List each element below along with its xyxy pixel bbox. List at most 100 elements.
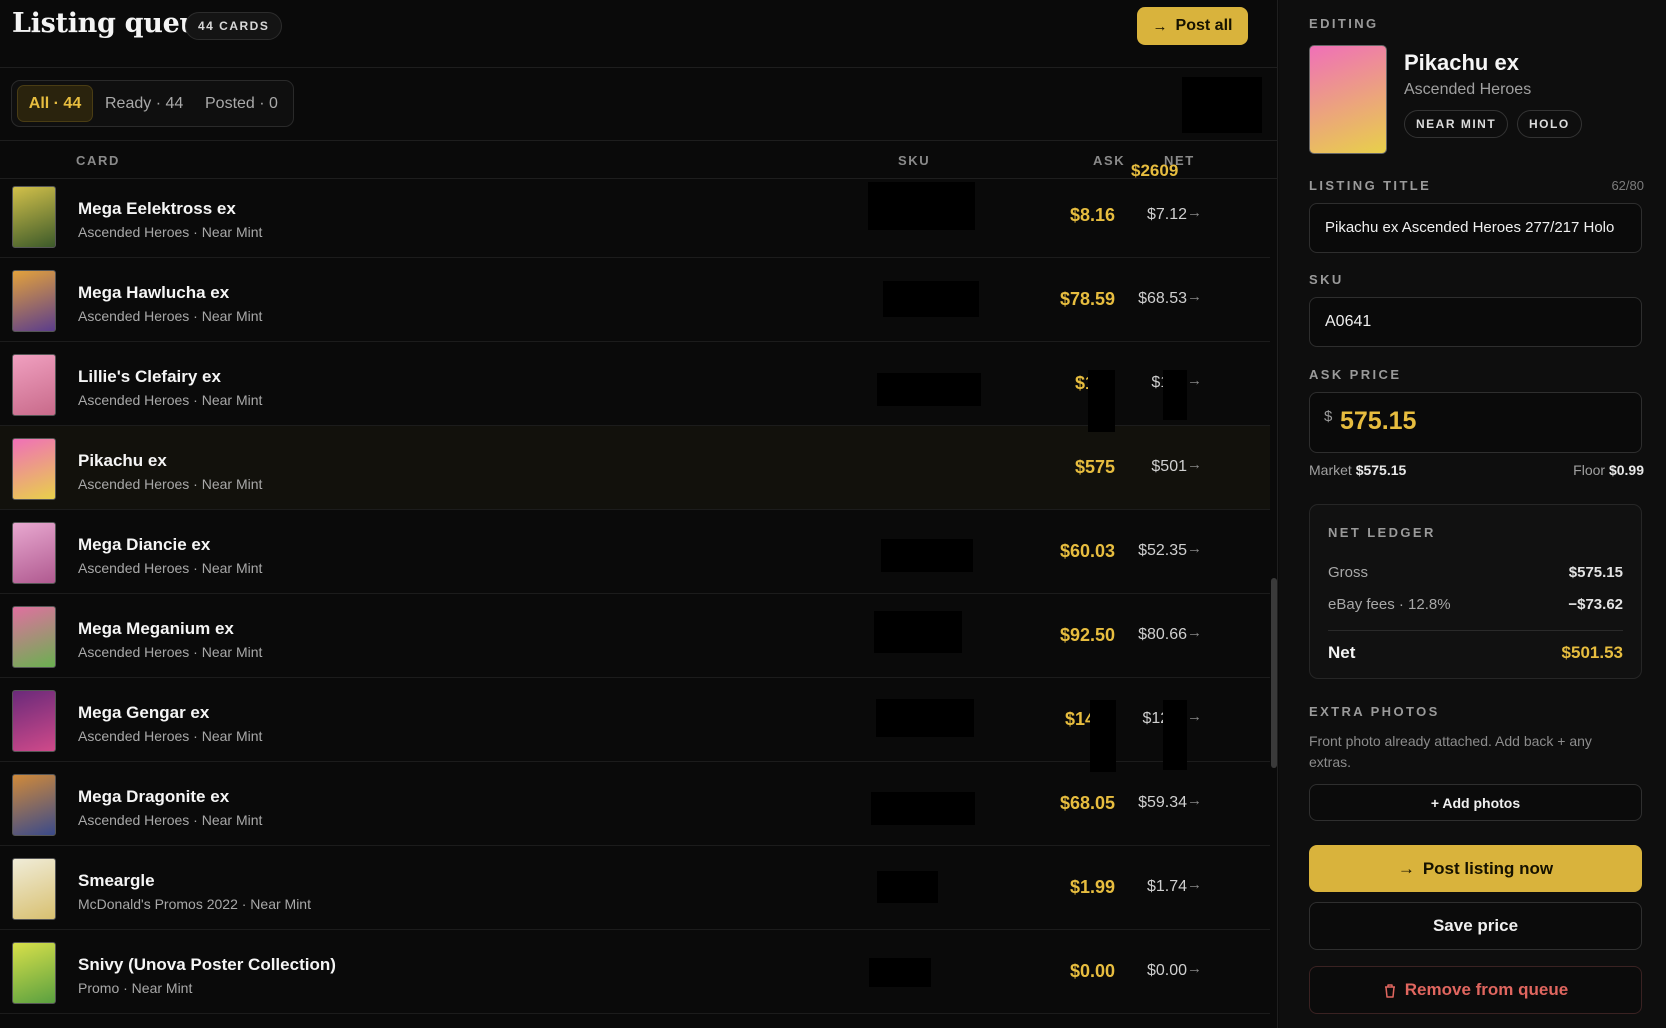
filter-bar: All · 44 Ready · 44 Posted · 0 $2609 <box>0 68 1278 180</box>
ask-price-input[interactable]: $ 575.15 <box>1309 392 1642 453</box>
net-price: $0.00 <box>1146 962 1187 979</box>
scrollbar-thumb[interactable] <box>1271 578 1277 768</box>
card-count-badge: 44 CARDS <box>185 12 283 40</box>
arrow-right-icon: → <box>1187 876 1202 893</box>
card-subtitle: Promo · Near Mint <box>78 980 193 996</box>
table-row[interactable]: Snivy (Unova Poster Collection) Promo · N… <box>0 930 1270 1014</box>
card-thumbnail <box>12 186 56 248</box>
table-row[interactable]: Mega Diancie ex Ascended Heroes · Near Mi… <box>0 510 1270 594</box>
net-price: $1.74 <box>1146 878 1187 895</box>
arrow-right-icon: → <box>1187 288 1202 305</box>
save-price-button[interactable]: Save price <box>1309 902 1642 950</box>
queue-scrollbar[interactable] <box>1270 180 1278 1028</box>
card-list: Mega Eelektross ex Ascended Heroes · Near… <box>0 180 1270 1028</box>
ask-price: $0.00 <box>1069 961 1115 981</box>
table-row[interactable]: Mega Gengar ex Ascended Heroes · Near Min… <box>0 678 1270 762</box>
ask-price: $1.99 <box>1069 877 1115 897</box>
table-row[interactable]: Pikachu ex Ascended Heroes · Near Mint $57… <box>0 426 1270 510</box>
arrow-right-icon: → <box>1397 858 1415 878</box>
ask-price: $575 <box>1074 457 1115 477</box>
table-row[interactable]: Mega Hawlucha ex Ascended Heroes · Near M… <box>0 258 1270 342</box>
post-all-button[interactable]: → Post all <box>1137 7 1248 45</box>
card-subtitle: Ascended Heroes · Near Mint <box>78 644 263 660</box>
table-row[interactable]: Mega Dragonite ex Ascended Heroes · Near … <box>0 762 1270 846</box>
post-listing-label: Post listing now <box>1422 858 1554 878</box>
card-name: Mega Diancie ex <box>78 535 211 554</box>
card-subtitle: Ascended Heroes · Near Mint <box>78 308 263 324</box>
queue-pane: Listing queue 44 CARDS → Post all All · … <box>0 0 1278 1028</box>
listing-title-input[interactable]: Pikachu ex Ascended Heroes 277/217 Holo <box>1309 203 1642 253</box>
arrow-right-icon: → <box>1187 708 1202 725</box>
card-name: Snivy (Unova Poster Collection) <box>78 955 336 974</box>
arrow-right-icon: → <box>1187 372 1202 389</box>
market-label: Market <box>1309 462 1352 478</box>
card-name: Pikachu ex <box>78 451 167 470</box>
sku-redacted <box>876 699 974 737</box>
sku-redacted <box>868 182 975 230</box>
holo-chip: HOLO <box>1517 110 1582 138</box>
net-ledger: NET LEDGER Gross $575.15 eBay fees · 12.… <box>1309 504 1642 679</box>
card-subtitle: McDonald's Promos 2022 · Near Mint <box>78 896 311 912</box>
market-price: Market $575.15 <box>1309 462 1406 478</box>
tab-ready[interactable]: Ready · 44 <box>105 85 183 122</box>
ask-price-label: ASK PRICE <box>1309 367 1402 382</box>
fees-value: −$73.62 <box>1568 596 1623 613</box>
card-name: Mega Hawlucha ex <box>78 283 230 302</box>
redacted-block <box>1088 370 1115 432</box>
extra-photos-hint: Front photo already attached. Add back +… <box>1309 733 1592 770</box>
net-price: $68.53 <box>1138 290 1187 307</box>
remove-from-queue-button[interactable]: Remove from queue <box>1309 966 1642 1014</box>
card-thumbnail <box>12 438 56 500</box>
card-name: Mega Meganium ex <box>78 619 234 638</box>
ledger-fees-row: eBay fees · 12.8% −$73.62 <box>1328 596 1623 613</box>
redacted-block <box>1090 700 1116 772</box>
ask-price-value: 575.15 <box>1340 407 1417 435</box>
net-price: $59.34 <box>1138 794 1187 811</box>
card-subtitle: Ascended Heroes · Near Mint <box>78 812 263 828</box>
tab-all[interactable]: All · 44 <box>17 85 93 122</box>
tab-posted[interactable]: Posted · 0 <box>205 85 278 122</box>
card-thumbnail <box>12 858 56 920</box>
column-card: CARD <box>76 153 120 168</box>
card-subtitle: Ascended Heroes · Near Mint <box>78 224 263 240</box>
sku-input[interactable]: A0641 <box>1309 297 1642 347</box>
post-listing-button[interactable]: → Post listing now <box>1309 845 1642 892</box>
table-header: CARD SKU ASK NET <box>0 142 1278 179</box>
ask-price: $92.50 <box>1059 625 1115 645</box>
sku-redacted <box>871 792 975 825</box>
ask-price: $78.59 <box>1059 289 1115 309</box>
card-name: Smeargle <box>78 871 155 890</box>
card-thumbnail <box>12 774 56 836</box>
sku-redacted <box>877 373 981 406</box>
net-ledger-label: NET LEDGER <box>1328 525 1436 540</box>
arrow-right-icon: → <box>1187 204 1202 221</box>
add-photos-button[interactable]: + Add photos <box>1309 784 1642 821</box>
ledger-divider <box>1328 630 1623 631</box>
card-subtitle: Ascended Heroes · Near Mint <box>78 728 263 744</box>
listing-title-label: LISTING TITLE <box>1309 178 1432 193</box>
ledger-gross-row: Gross $575.15 <box>1328 564 1623 581</box>
column-net: NET <box>1164 153 1195 168</box>
column-ask: ASK <box>1093 153 1126 168</box>
app: Listing queue 44 CARDS → Post all All · … <box>0 0 1666 1028</box>
table-row[interactable]: Lillie's Clefairy ex Ascended Heroes · Ne… <box>0 342 1270 426</box>
sku-redacted <box>881 539 973 572</box>
table-row[interactable]: Smeargle McDonald's Promos 2022 · Near Mi… <box>0 846 1270 930</box>
net-value: $501.53 <box>1561 643 1623 662</box>
table-row[interactable]: Mega Meganium ex Ascended Heroes · Near M… <box>0 594 1270 678</box>
arrow-right-icon: → <box>1187 540 1202 557</box>
title-char-count: 62/80 <box>1611 178 1644 193</box>
card-name: Mega Gengar ex <box>78 703 210 722</box>
net-label: Net <box>1328 643 1356 662</box>
card-thumbnail <box>12 522 56 584</box>
queue-header: Listing queue 44 CARDS → Post all <box>0 0 1278 68</box>
net-price: $7.12 <box>1146 206 1187 223</box>
gross-label: Gross <box>1328 564 1369 581</box>
redacted-block <box>1163 370 1187 420</box>
card-thumbnail <box>12 606 56 668</box>
floor-label: Floor <box>1573 462 1606 478</box>
redacted-block <box>1163 700 1187 770</box>
net-price: $501 <box>1151 458 1187 475</box>
editor-pane: EDITING Pikachu ex Ascended Heroes NEAR … <box>1279 0 1666 1028</box>
table-row[interactable]: Mega Eelektross ex Ascended Heroes · Near… <box>0 180 1270 258</box>
